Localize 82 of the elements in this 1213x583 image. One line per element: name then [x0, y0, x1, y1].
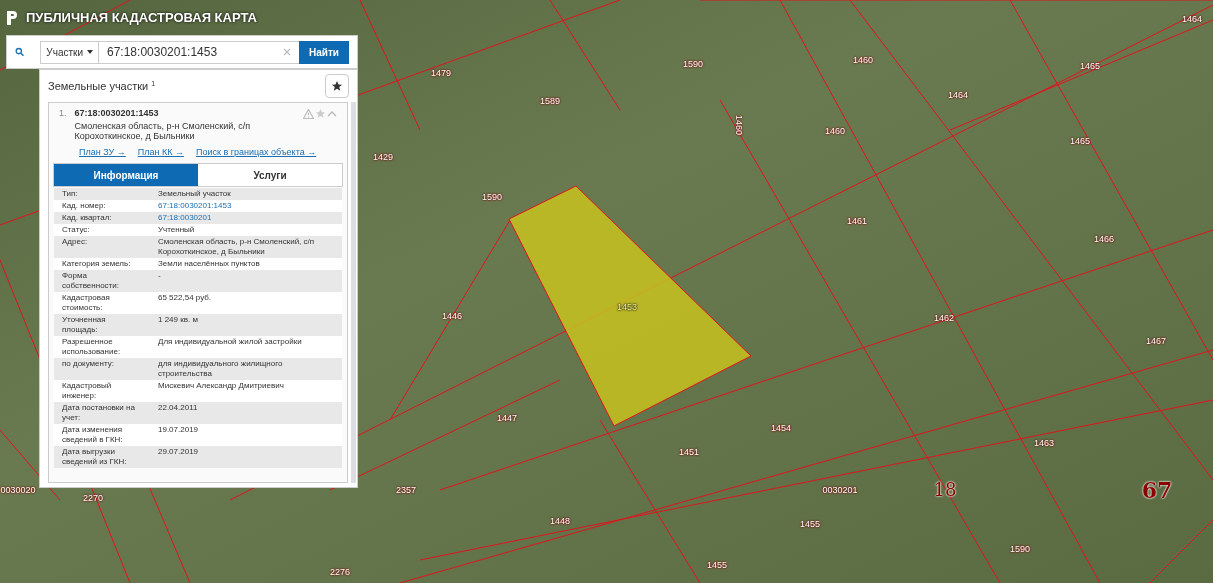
parcel-number-label: 1451	[679, 447, 699, 457]
parcel-number-label: 1467	[1146, 336, 1166, 346]
star-icon[interactable]	[315, 108, 326, 120]
parcel-number-label: 67	[1141, 479, 1173, 501]
property-value: Для индивидуальной жилой застройки	[158, 337, 302, 348]
parcel-number-label: 2276	[330, 567, 350, 577]
property-value: 19.07.2019	[158, 425, 199, 436]
property-value: Смоленская область, р-н Смоленский, с/п Корохоткинское, д Быльники	[158, 237, 316, 257]
info-tab[interactable]: Услуги	[198, 164, 342, 186]
favorite-button[interactable]	[325, 74, 349, 98]
property-value: 22.04.2011	[158, 403, 198, 414]
property-label: Тип:	[62, 189, 79, 199]
parcel-number-label: 1462	[934, 313, 954, 323]
scrollbar[interactable]	[351, 102, 356, 483]
property-value: -	[158, 271, 161, 282]
parcel-number-label: 1466	[1094, 234, 1114, 244]
parcel-number-label: 1479	[431, 68, 451, 78]
property-value: 29.07.2019	[158, 447, 199, 458]
parcel-number-label: 1590	[683, 59, 703, 69]
property-value: Учтенный	[158, 225, 195, 235]
property-value: 1 249 кв. м	[158, 315, 198, 326]
property-link[interactable]: 67:18:0030201	[158, 213, 212, 223]
parcel-number-label: 1464	[948, 90, 968, 100]
parcel-number-label: 0030020	[0, 485, 36, 495]
parcel-number-label: 1429	[373, 152, 393, 162]
parcel-number-label: 1454	[771, 423, 791, 433]
property-label: Кад. квартал:	[62, 213, 113, 223]
warning-icon[interactable]	[303, 108, 314, 119]
property-label: Уточненная площадь:	[62, 315, 107, 335]
property-label: Категория земель:	[62, 259, 132, 269]
property-value: Земельный участок	[158, 189, 231, 199]
parcel-number-label: 1590	[482, 192, 502, 202]
parcel-number-label: 1460	[853, 55, 873, 65]
plan-link[interactable]: План КК →	[137, 145, 184, 159]
property-label: Кадастровая стоимость:	[62, 293, 111, 313]
property-label: Дата выгрузки сведений из ГКН:	[62, 447, 128, 467]
search-field[interactable]: 67:18:0030201:1453	[99, 40, 299, 64]
parcel-number-label: 1465	[1070, 136, 1090, 146]
parcel-number-label: 2270	[83, 493, 103, 503]
clear-icon[interactable]	[283, 48, 291, 56]
property-label: по документу:	[62, 359, 115, 370]
property-label: Статус:	[62, 225, 91, 235]
property-label: Форма собственности:	[62, 271, 120, 291]
logo-icon	[6, 9, 18, 26]
parcel-number-label: 1448	[550, 516, 570, 526]
results-heading: Земельные участки $^{1}$	[48, 78, 156, 94]
find-button[interactable]: Найти	[299, 40, 349, 64]
collapse-icon[interactable]	[327, 110, 337, 118]
property-value: 65 522,54 руб.	[158, 293, 212, 304]
parcel-number-label: 0030201	[822, 485, 858, 495]
property-label: Разрешенное использование:	[62, 337, 122, 357]
caret-icon	[87, 50, 93, 54]
property-link[interactable]: 67:18:0030201:1453	[158, 201, 232, 211]
property-value: Земли населённых пунктов	[158, 259, 260, 269]
parcel-number-label: 1453	[617, 302, 637, 312]
result-number: 1.	[59, 107, 67, 120]
search-input[interactable]: 67:18:0030201:1453	[107, 43, 283, 61]
parcel-number-label: 1461	[847, 216, 867, 226]
parcel-number-label: 1447	[497, 413, 517, 423]
parcel-number-label: 1460	[733, 115, 743, 135]
category-dropdown[interactable]: Участки	[40, 40, 99, 64]
cadastral-number: 67:18:0030201:1453	[74, 107, 159, 120]
parcel-number-label: 1446	[442, 311, 462, 321]
property-label: Кад. номер:	[62, 201, 107, 211]
parcel-number-label: 1589	[540, 96, 560, 106]
parcel-number-label: 2357	[396, 485, 416, 495]
property-value: для индивидуального жилищного строительства	[158, 359, 284, 379]
property-label: Адрес:	[62, 237, 89, 248]
star-icon	[331, 80, 343, 92]
result-address: Смоленская область, р-н Смоленский, с/п Корохоткинское, д Быльники	[74, 120, 252, 141]
parcel-number-label: 1590	[1010, 544, 1030, 554]
property-value: Мискевич Александр Дмитриевич	[158, 381, 284, 392]
parcel-number-label: 1455	[707, 560, 727, 570]
property-label: Кадастровый инженер:	[62, 381, 113, 401]
plan-link[interactable]: Поиск в границах объекта →	[195, 145, 317, 159]
parcel-number-label: 1460	[825, 126, 845, 136]
property-label: Дата изменения сведений в ГКН:	[62, 425, 124, 445]
info-tab[interactable]: Информация	[54, 164, 198, 186]
property-label: Дата постановки на учет:	[62, 403, 136, 423]
parcel-number-label: 1463	[1034, 438, 1054, 448]
plan-link[interactable]: План ЗУ →	[79, 145, 126, 159]
parcel-number-label: 1455	[800, 519, 820, 529]
